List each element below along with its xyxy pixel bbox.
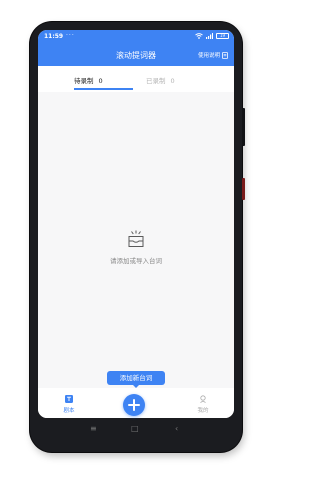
app-screen: 11:59 ··· 19 滚动提词器 使用说明 待录制 0 已录制 0 请添加或…	[38, 30, 234, 418]
battery-icon: 19	[216, 33, 229, 39]
profile-icon	[200, 395, 206, 403]
script-icon	[65, 395, 73, 403]
tab-bar: 待录制 0 已录制 0	[38, 66, 234, 92]
power-button	[242, 178, 245, 200]
tab-indicator	[74, 88, 133, 90]
status-time: 11:59	[44, 33, 64, 40]
inbox-icon	[128, 230, 144, 247]
nav-mine[interactable]: 我的	[188, 395, 218, 414]
tab-recorded-count: 0	[170, 77, 175, 85]
status-dots: ···	[66, 32, 75, 39]
help-button[interactable]: 使用说明	[198, 51, 228, 59]
back-icon[interactable]: ‹	[175, 424, 178, 434]
tab-pending-count: 0	[98, 77, 103, 85]
tab-recorded-label: 已录制	[146, 77, 166, 85]
status-bar: 11:59 ··· 19	[38, 30, 234, 44]
document-icon	[222, 51, 228, 59]
home-icon[interactable]: □	[131, 424, 139, 434]
tab-recorded[interactable]: 已录制 0	[146, 75, 175, 85]
tab-pending[interactable]: 待录制 0	[74, 75, 103, 85]
status-icons: 19	[195, 33, 229, 39]
app-bar: 滚动提词器 使用说明	[38, 44, 234, 66]
plus-icon	[128, 399, 140, 411]
nav-script[interactable]: 剧本	[54, 395, 84, 414]
empty-state-message: 请添加或导入台词	[110, 257, 162, 265]
tab-pending-label: 待录制	[74, 77, 94, 85]
signal-icon	[206, 33, 213, 39]
nav-mine-label: 我的	[197, 408, 209, 414]
menu-icon[interactable]: ≡	[90, 424, 97, 434]
system-nav-bar: ≡ □ ‹	[38, 420, 234, 440]
help-label: 使用说明	[197, 53, 220, 59]
nav-script-label: 剧本	[63, 408, 75, 414]
volume-button	[242, 108, 245, 146]
add-fab-button[interactable]	[123, 394, 145, 416]
add-new-line-tooltip[interactable]: 添加新台词	[107, 371, 165, 388]
wifi-icon	[195, 33, 203, 39]
